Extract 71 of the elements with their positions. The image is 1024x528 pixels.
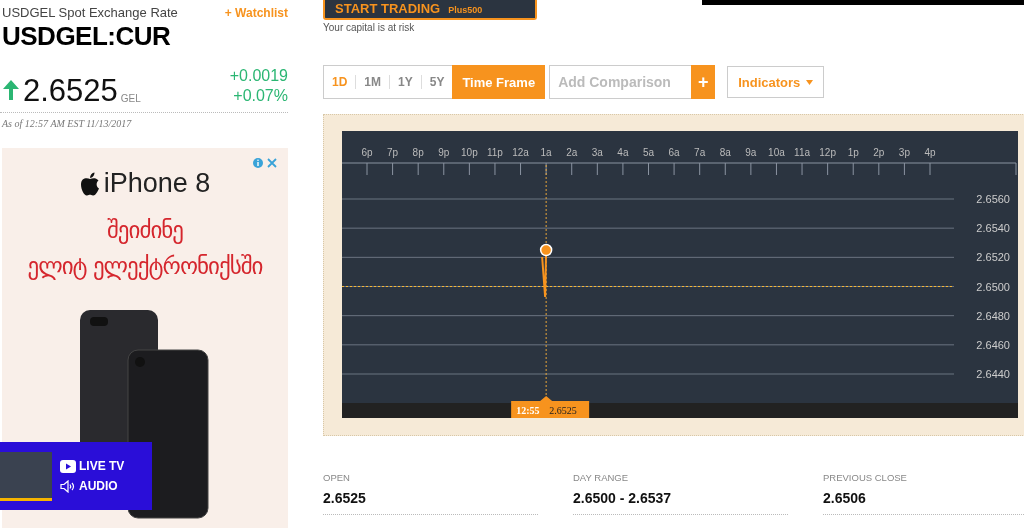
- play-icon: [60, 459, 76, 473]
- price-value: 2.6525: [23, 75, 118, 106]
- data-point: [539, 243, 553, 257]
- x-tick-label: 11a: [794, 147, 810, 158]
- stat-label: PREVIOUS CLOSE: [823, 472, 908, 483]
- x-tick-label: 6p: [361, 147, 373, 158]
- stat-value: 2.6500 - 2.6537: [573, 490, 673, 506]
- risk-disclaimer: Your capital is at risk: [323, 22, 416, 33]
- start-trading-button[interactable]: START TRADING Plus500: [323, 0, 537, 20]
- x-tick-label: 1p: [847, 147, 859, 158]
- ticker-symbol: USDGEL:CUR: [1, 21, 172, 52]
- range-tab[interactable]: 1M: [356, 75, 390, 89]
- speaker-icon: [60, 479, 76, 493]
- percent-change: +0.07%: [233, 86, 288, 106]
- y-tick-label: 2.6540: [976, 222, 1010, 235]
- live-player[interactable]: LIVE TV AUDIO: [0, 442, 152, 510]
- ad-headline: ელიტ ელექტრონიქსში: [27, 251, 263, 282]
- up-arrow-icon: [2, 79, 20, 101]
- y-tick-label: 2.6440: [976, 368, 1010, 380]
- comparison-field[interactable]: Add Comparison: [549, 65, 692, 99]
- x-tick-label: 5a: [642, 147, 655, 158]
- apple-logo-icon: [79, 171, 100, 196]
- stat-label: OPEN: [323, 472, 351, 483]
- x-tick-label: 10p: [461, 147, 478, 158]
- x-tick-label: 7p: [387, 147, 399, 158]
- info-icon[interactable]: [252, 157, 264, 169]
- y-tick-label: 2.6560: [976, 193, 1010, 205]
- price-change: +0.0019: [229, 66, 288, 86]
- x-tick-label: 7a: [694, 147, 706, 158]
- x-tick-label: 9a: [745, 147, 757, 158]
- x-tick-label: 6a: [668, 147, 680, 158]
- x-tick-label: 9p: [438, 147, 450, 158]
- x-tick-label: 1a: [540, 147, 552, 158]
- x-tick-label: 2p: [873, 147, 885, 158]
- x-tick-label: 4a: [617, 147, 629, 158]
- x-tick-label: 12p: [819, 147, 836, 158]
- y-tick-label: 2.6460: [976, 338, 1010, 351]
- y-tick-label: 2.6500: [976, 280, 1010, 293]
- y-tick-label: 2.6480: [976, 309, 1010, 322]
- timestamp: As of 12:57 AM EST 11/13/2017: [2, 118, 133, 129]
- indicators-dropdown[interactable]: Indicators: [727, 66, 825, 98]
- tooltip-value: 2.6525: [549, 405, 577, 416]
- range-tab[interactable]: 5Y: [421, 75, 453, 89]
- y-tick-label: 2.6520: [976, 251, 1010, 264]
- x-tick-label: 3p: [898, 147, 910, 158]
- x-tick-label: 10a: [768, 147, 785, 158]
- close-icon[interactable]: [266, 157, 278, 169]
- x-tick-label: 11p: [487, 147, 503, 158]
- ad-brand-text: iPhone 8: [103, 168, 211, 199]
- stat-label: DAY RANGE: [573, 472, 630, 483]
- tooltip-time: 12:55: [516, 405, 540, 416]
- video-placeholder: [0, 451, 52, 501]
- stat-value: 2.6525: [323, 490, 367, 506]
- x-tick-label: 8a: [719, 147, 731, 158]
- quote-title: USDGEL Spot Exchange Rate: [2, 5, 178, 20]
- add-comparison-button[interactable]: +: [691, 65, 716, 99]
- x-tick-label: 8p: [412, 147, 424, 158]
- currency-label: GEL: [120, 93, 141, 104]
- stat-value: 2.6506: [823, 490, 867, 506]
- watchlist-link[interactable]: + Watchlist: [224, 5, 288, 20]
- live-label[interactable]: AUDIO: [79, 479, 118, 493]
- range-tab[interactable]: 1Y: [390, 75, 422, 89]
- x-tick-label: 3a: [591, 147, 603, 158]
- ad-headline: შეიძინე: [105, 216, 185, 246]
- caret-icon: [806, 79, 814, 85]
- x-tick-label: 2a: [566, 147, 578, 158]
- x-tick-label: 4p: [924, 147, 936, 158]
- range-tab[interactable]: 1D: [324, 75, 357, 89]
- live-label[interactable]: LIVE TV: [79, 459, 125, 473]
- time-frame-button[interactable]: Time Frame: [452, 65, 546, 99]
- x-tick-label: 12a: [512, 147, 529, 158]
